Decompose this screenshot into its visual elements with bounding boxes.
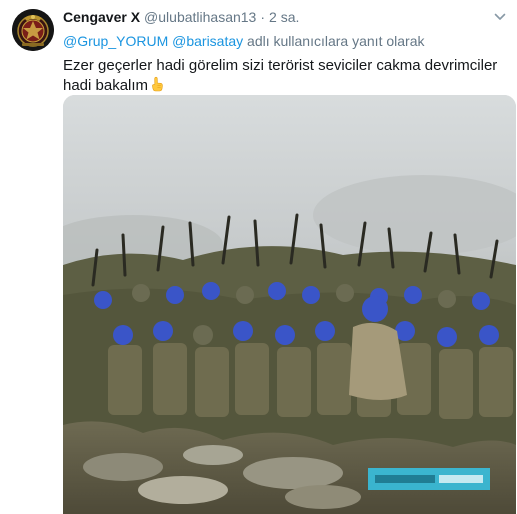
tweet-content: Cengaver X @ulubatlihasan13 · 2 sa. @Gru… [63, 8, 507, 96]
mention-barisatay[interactable]: @barisatay [172, 33, 243, 49]
user-handle[interactable]: @ulubatlihasan13 [144, 8, 256, 26]
tweet-header: Cengaver X @ulubatlihasan13 · 2 sa. [63, 8, 507, 26]
tweet-body: Ezer geçerler hadi görelim sizi terörist… [63, 57, 498, 94]
mention-grup-yorum[interactable]: @Grup_YORUM [63, 33, 168, 49]
reply-context: @Grup_YORUM @barisatay adlı kullanıcılar… [63, 32, 507, 50]
tweet: Cengaver X @ulubatlihasan13 · 2 sa. @Gru… [0, 0, 517, 514]
avatar[interactable] [12, 9, 54, 51]
separator-dot: · [260, 9, 266, 25]
tweet-text: Ezer geçerler hadi görelim sizi terörist… [63, 56, 503, 96]
emblem-avatar-icon [12, 9, 54, 51]
tweet-media-video[interactable] [63, 95, 516, 514]
display-name[interactable]: Cengaver X [63, 8, 140, 26]
chevron-down-icon[interactable] [493, 10, 507, 24]
timestamp[interactable]: 2 sa. [269, 8, 299, 26]
reply-suffix: adlı kullanıcılara yanıt olarak [247, 33, 425, 49]
video-still-image [63, 95, 516, 514]
pointing-up-emoji-icon [152, 76, 163, 92]
